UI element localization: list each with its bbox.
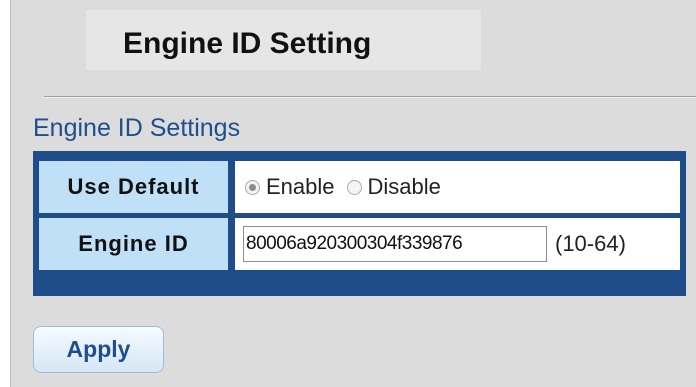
engine-id-input[interactable]: [243, 226, 547, 262]
engine-id-row: Engine ID (10-64): [39, 218, 680, 270]
engine-id-settings-table: Use Default Enable Disable Engine ID (10…: [33, 151, 686, 296]
section-title: Engine ID Settings: [33, 114, 241, 142]
enable-radio-option[interactable]: Enable: [245, 174, 335, 200]
page-title: Engine ID Setting: [123, 27, 372, 60]
use-default-row: Use Default Enable Disable: [39, 161, 680, 213]
use-default-label: Use Default: [39, 161, 228, 213]
disable-radio[interactable]: [346, 179, 362, 195]
enable-radio[interactable]: [245, 179, 260, 195]
apply-button[interactable]: Apply: [33, 326, 164, 373]
engine-id-label: Engine ID: [39, 218, 228, 270]
disable-radio-label: Disable: [367, 174, 441, 199]
disable-radio-option[interactable]: Disable: [346, 174, 441, 200]
engine-id-range-hint: (10-64): [555, 231, 626, 256]
engine-id-value-cell: (10-64): [235, 218, 680, 270]
use-default-value-cell: Enable Disable: [235, 161, 680, 213]
title-divider: [44, 96, 696, 97]
enable-radio-label: Enable: [266, 174, 335, 199]
